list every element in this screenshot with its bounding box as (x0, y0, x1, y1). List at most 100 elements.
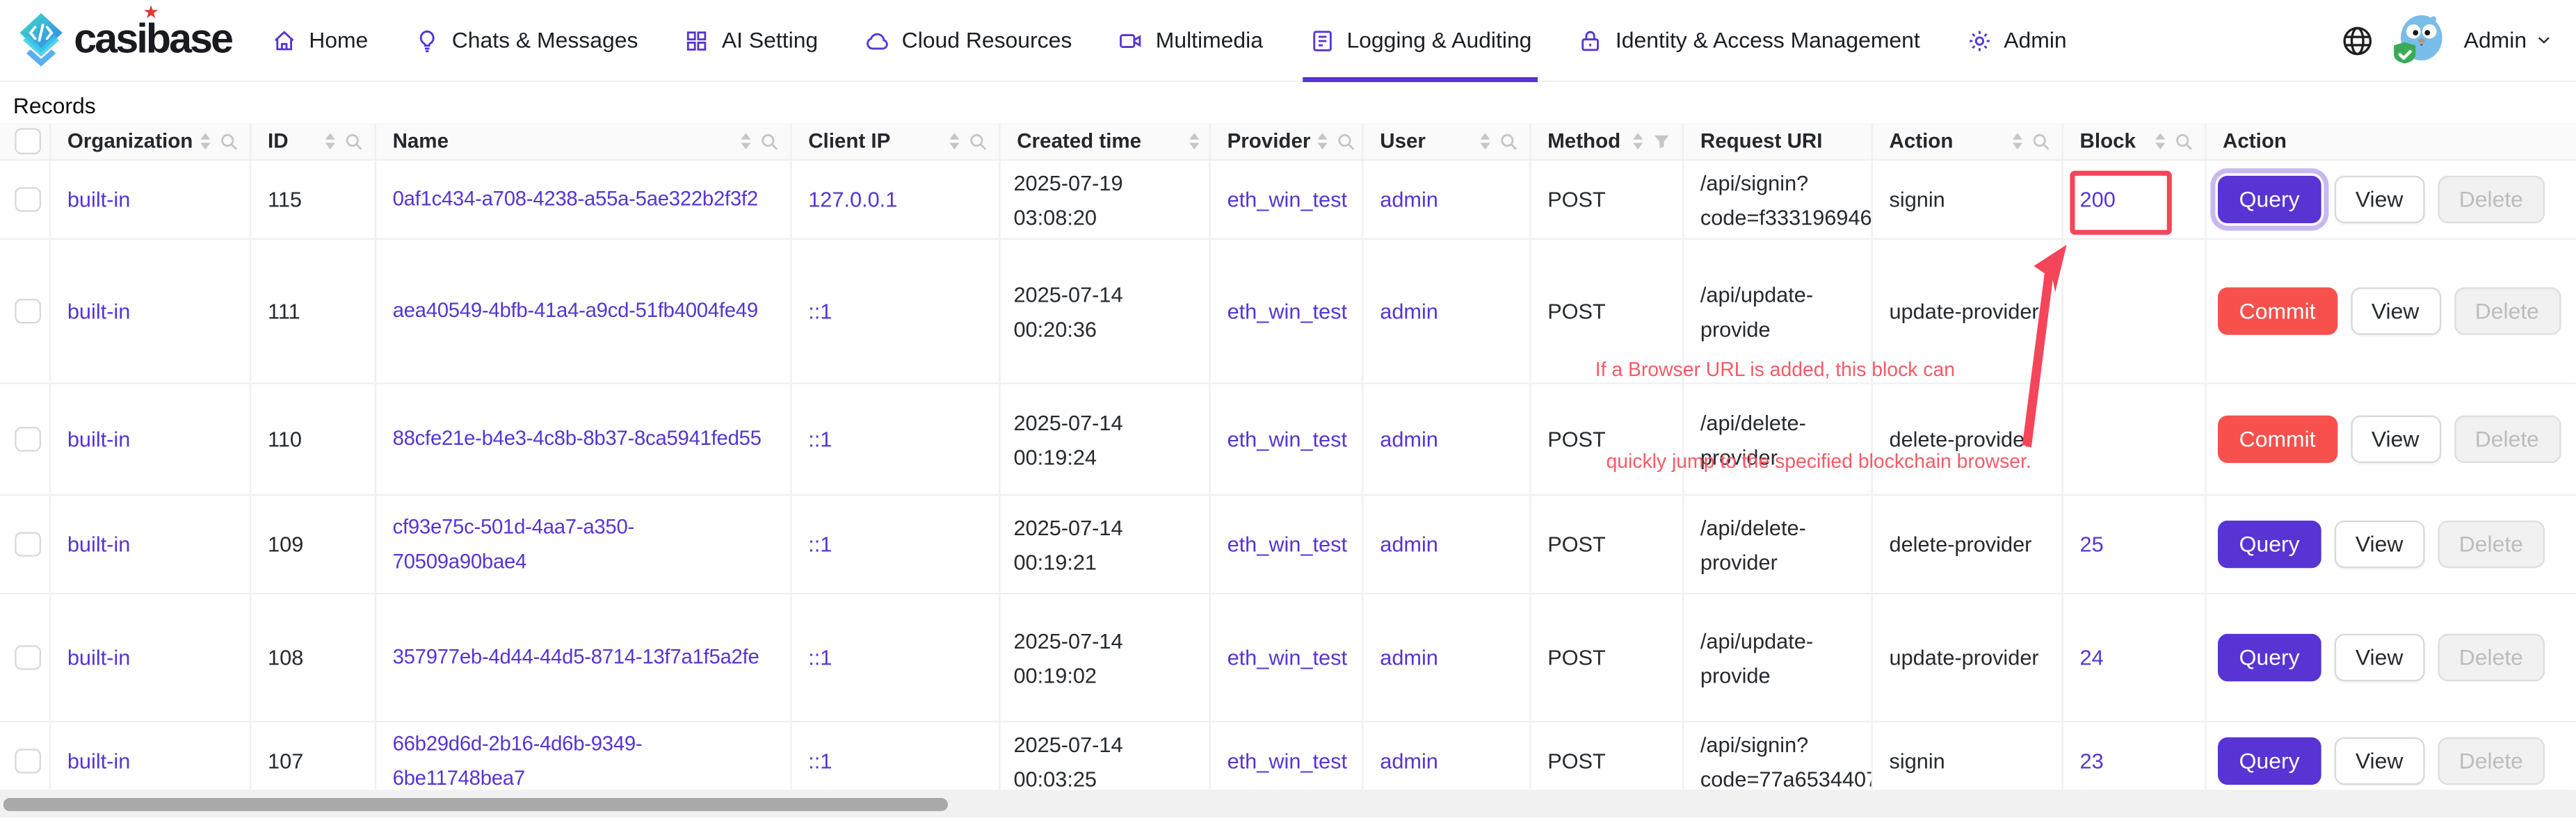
search-icon[interactable] (344, 131, 365, 152)
delete-button[interactable]: Delete (2438, 634, 2545, 682)
account-menu[interactable]: Admin (2464, 28, 2553, 52)
select-all-checkbox[interactable] (15, 129, 40, 154)
sort-caret-icons[interactable] (1317, 133, 1327, 149)
record-name-link[interactable]: 66b29d6d-2b16-4d6b-9349- 6be11748bea7 (393, 726, 643, 795)
provider-link[interactable]: eth_win_test (1227, 299, 1347, 323)
view-button[interactable]: View (2334, 738, 2424, 785)
organization-link[interactable]: built-in (67, 749, 130, 773)
view-button[interactable]: View (2350, 287, 2440, 335)
sort-caret-icons[interactable] (200, 133, 210, 149)
user-link[interactable]: admin (1380, 299, 1438, 323)
user-link[interactable]: admin (1380, 532, 1438, 556)
provider-link[interactable]: eth_win_test (1227, 427, 1347, 451)
client-ip-link[interactable]: ::1 (808, 749, 832, 773)
view-button[interactable]: View (2350, 416, 2440, 464)
nav-item-logging-auditing[interactable]: Logging & Auditing (1309, 0, 1531, 81)
client-ip-link[interactable]: ::1 (808, 532, 832, 556)
provider-link[interactable]: eth_win_test (1227, 645, 1347, 669)
row-checkbox[interactable] (15, 427, 40, 453)
row-checkbox[interactable] (15, 645, 40, 671)
delete-button[interactable]: Delete (2438, 521, 2545, 569)
filter-icon[interactable] (1651, 131, 1673, 152)
language-globe-icon[interactable] (2341, 24, 2374, 56)
view-button[interactable]: View (2334, 634, 2424, 682)
nav-item-ai-setting[interactable]: AI Setting (684, 0, 819, 81)
sort-caret-icons[interactable] (949, 133, 959, 149)
view-button[interactable]: View (2334, 176, 2424, 224)
sort-caret-icons[interactable] (2013, 133, 2022, 149)
horizontal-scrollbar-track[interactable] (0, 790, 2576, 817)
client-ip-link[interactable]: 127.0.0.1 (808, 187, 897, 211)
user-avatar[interactable] (2392, 13, 2446, 67)
horizontal-scrollbar-thumb[interactable] (3, 797, 948, 810)
commit-button[interactable]: Commit (2218, 416, 2337, 464)
column-header-name[interactable]: Name (376, 123, 792, 159)
column-header-action[interactable]: Action (1873, 123, 2063, 159)
record-name-link[interactable]: 88cfe21e-b4e3-4c8b-8b37-8ca5941fed55 (393, 422, 762, 457)
user-link[interactable]: admin (1380, 427, 1438, 451)
provider-link[interactable]: eth_win_test (1227, 187, 1347, 211)
column-header-user[interactable]: User (1364, 123, 1531, 159)
column-header-id[interactable]: ID (251, 123, 376, 159)
client-ip-link[interactable]: ::1 (808, 427, 832, 451)
search-icon[interactable] (967, 131, 989, 152)
delete-button[interactable]: Delete (2438, 176, 2545, 224)
row-checkbox[interactable] (15, 298, 40, 324)
record-name-link[interactable]: 0af1c434-a708-4238-a55a-5ae322b2f3f2 (393, 182, 758, 217)
provider-link[interactable]: eth_win_test (1227, 749, 1347, 773)
column-header-client_ip[interactable]: Client IP (792, 123, 1001, 159)
row-checkbox[interactable] (15, 532, 40, 557)
row-checkbox[interactable] (15, 749, 40, 774)
search-icon[interactable] (759, 131, 780, 152)
record-name-link[interactable]: cf93e75c-501d-4aa7-a350- 70509a90bae4 (393, 510, 634, 578)
sort-caret-icons[interactable] (741, 133, 750, 149)
block-link[interactable]: 24 (2080, 645, 2104, 669)
casibase-logo[interactable]: casibase ★ (13, 10, 232, 70)
organization-link[interactable]: built-in (67, 645, 130, 669)
delete-button[interactable]: Delete (2454, 287, 2561, 335)
row-checkbox[interactable] (15, 187, 40, 213)
nav-item-identity-access-management[interactable]: Identity & Access Management (1578, 0, 1920, 81)
commit-button[interactable]: Commit (2218, 287, 2337, 335)
nav-item-cloud-resources[interactable]: Cloud Resources (864, 0, 1072, 81)
delete-button[interactable]: Delete (2438, 738, 2545, 785)
sort-caret-icons[interactable] (1480, 133, 1490, 149)
search-icon[interactable] (2173, 131, 2195, 152)
column-header-organization[interactable]: Organization (51, 123, 251, 159)
column-header-created_time[interactable]: Created time (1001, 123, 1211, 159)
provider-link[interactable]: eth_win_test (1227, 532, 1347, 556)
nav-item-admin[interactable]: Admin (1966, 0, 2067, 81)
search-icon[interactable] (218, 131, 240, 152)
record-name-link[interactable]: 357977eb-4d44-44d5-8714-13f7a1f5a2fe (393, 640, 759, 675)
query-button[interactable]: Query (2218, 738, 2321, 785)
sort-caret-icons[interactable] (1189, 133, 1199, 149)
column-header-method[interactable]: Method (1531, 123, 1684, 159)
column-header-block[interactable]: Block (2063, 123, 2207, 159)
sort-caret-icons[interactable] (2155, 133, 2165, 149)
query-button[interactable]: Query (2218, 521, 2321, 569)
nav-item-chats-messages[interactable]: Chats & Messages (414, 0, 638, 81)
record-name-link[interactable]: aea40549-4bfb-41a4-a9cd-51fb4004fe49 (393, 294, 758, 329)
sort-caret-icons[interactable] (325, 133, 335, 149)
organization-link[interactable]: built-in (67, 299, 130, 323)
column-header-provider[interactable]: Provider (1211, 123, 1364, 159)
nav-item-home[interactable]: Home (271, 0, 368, 81)
organization-link[interactable]: built-in (67, 532, 130, 556)
organization-link[interactable]: built-in (67, 187, 130, 211)
block-link[interactable]: 200 (2080, 187, 2116, 211)
query-button[interactable]: Query (2218, 176, 2321, 224)
user-link[interactable]: admin (1380, 187, 1438, 211)
user-link[interactable]: admin (1380, 645, 1438, 669)
block-link[interactable]: 23 (2080, 749, 2104, 773)
nav-item-multimedia[interactable]: Multimedia (1118, 0, 1263, 81)
search-icon[interactable] (2031, 131, 2052, 152)
delete-button[interactable]: Delete (2454, 416, 2561, 464)
search-icon[interactable] (1335, 131, 1357, 152)
client-ip-link[interactable]: ::1 (808, 299, 832, 323)
block-link[interactable]: 25 (2080, 532, 2104, 556)
search-icon[interactable] (1498, 131, 1520, 152)
view-button[interactable]: View (2334, 521, 2424, 569)
user-link[interactable]: admin (1380, 749, 1438, 773)
sort-caret-icons[interactable] (1633, 133, 1643, 149)
client-ip-link[interactable]: ::1 (808, 645, 832, 669)
